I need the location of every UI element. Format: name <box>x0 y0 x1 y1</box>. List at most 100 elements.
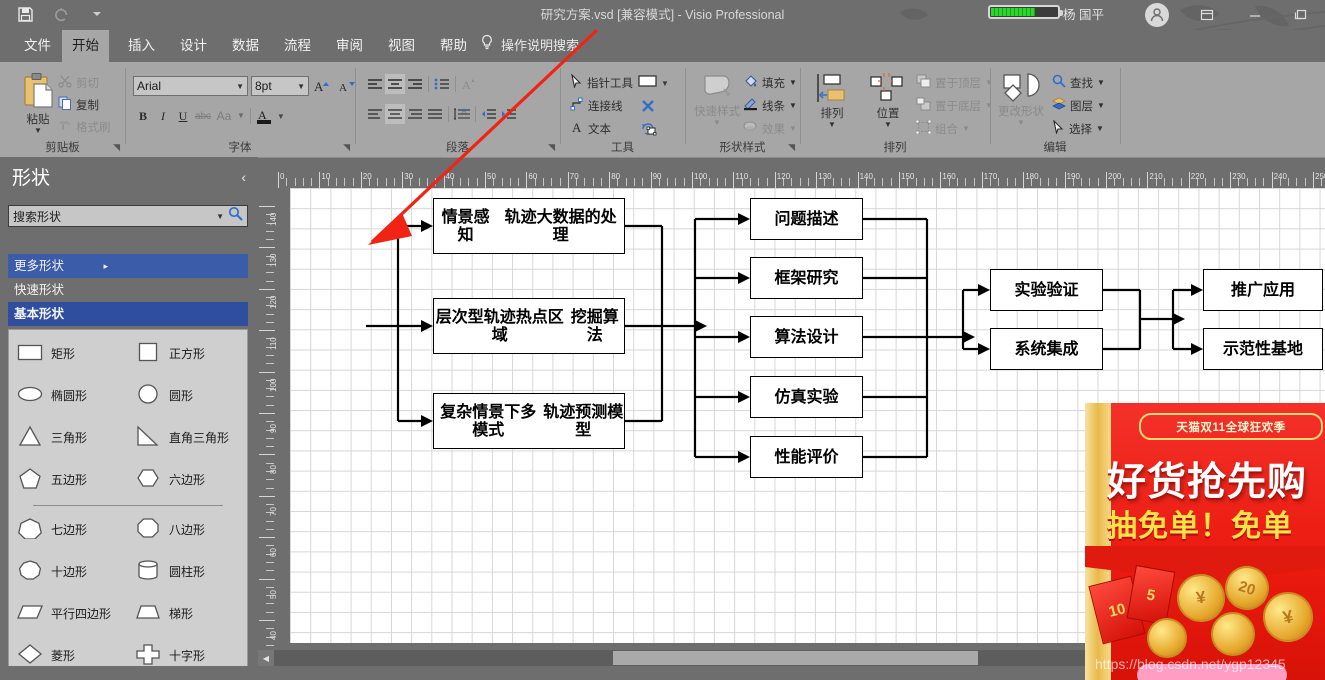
tab-design[interactable]: 设计 <box>170 30 217 62</box>
close-tool-button[interactable] <box>640 98 656 119</box>
diagram-node[interactable]: 框架研究 <box>750 257 863 299</box>
format-painter-button[interactable]: 格式刷 <box>58 118 111 135</box>
shrink-font-button[interactable]: A <box>337 76 357 96</box>
grow-font-button[interactable]: A <box>313 76 333 96</box>
font-name-combo[interactable]: Arial ▼ <box>133 76 248 96</box>
scrollbar-thumb[interactable] <box>613 651 978 665</box>
select-caret-icon[interactable]: ▼ <box>1096 125 1104 133</box>
tab-help[interactable]: 帮助 <box>430 30 477 62</box>
stencil-item-pentagon[interactable]: 五边形 <box>11 458 129 500</box>
align-middle-button[interactable] <box>385 104 405 124</box>
group-caret-icon[interactable]: ▼ <box>962 125 970 133</box>
tab-process[interactable]: 流程 <box>274 30 321 62</box>
avatar[interactable] <box>1145 3 1169 27</box>
diagram-node[interactable]: 性能评价 <box>750 436 863 478</box>
fill-caret-icon[interactable]: ▼ <box>789 79 797 87</box>
position-caret-icon[interactable]: ▼ <box>884 121 892 129</box>
quick-styles-button[interactable]: 快速样式 ▼ <box>689 72 745 127</box>
vertical-ruler[interactable]: 140 130 120 110 100 90 80 70 60 50 40 <box>258 188 276 658</box>
font-color-caret-icon[interactable]: ▼ <box>277 112 285 121</box>
find-caret-icon[interactable]: ▼ <box>1097 79 1105 87</box>
find-button[interactable]: 查找 ▼ <box>1052 74 1105 91</box>
text-direction-button[interactable]: A <box>459 74 479 94</box>
align-bottom-button[interactable] <box>405 104 425 124</box>
shapes-basic-shapes-row[interactable]: 基本形状 <box>8 302 248 326</box>
bullet-list-button[interactable] <box>432 74 452 94</box>
layers-caret-icon[interactable]: ▼ <box>1097 102 1105 110</box>
stencil-item-parallelogram[interactable]: 平行四边形 <box>11 592 129 634</box>
scroll-left-button[interactable]: ◀ <box>258 650 274 666</box>
diagram-node[interactable]: 实验验证 <box>990 269 1103 311</box>
advertisement-popup[interactable]: 天猫双11全球狂欢季 好货抢先购 抽免单！免单 10 5 ¥ 20 ¥ http… <box>1085 403 1325 680</box>
effects-caret-icon[interactable]: ▼ <box>789 125 797 133</box>
fill-button[interactable]: 填充 ▼ <box>743 74 797 91</box>
diagram-node[interactable]: 复杂情景下多模式 轨迹预测模型 <box>433 393 625 449</box>
maximize-button[interactable] <box>1286 0 1316 30</box>
tab-data[interactable]: 数据 <box>222 30 269 62</box>
select-button[interactable]: 选择 ▼ <box>1052 119 1104 137</box>
align-center-button[interactable] <box>385 74 405 94</box>
cut-button[interactable]: 剪切 <box>58 74 99 91</box>
bring-to-front-button[interactable]: 置于顶层 ▼ <box>916 74 993 91</box>
shapes-more-shapes-row[interactable]: 更多形状 ▸ <box>8 254 248 278</box>
tab-insert[interactable]: 插入 <box>118 30 165 62</box>
pointer-tool-button[interactable]: 指针工具 <box>570 73 633 91</box>
diagram-node[interactable]: 仿真实验 <box>750 376 863 418</box>
arrange-caret-icon[interactable]: ▼ <box>828 121 836 129</box>
diagram-node[interactable]: 推广应用 <box>1203 269 1323 311</box>
horizontal-ruler[interactable]: 0 10 20 30 40 50 60 70 80 90 100 110 120 130 140 150 160… <box>258 170 1325 188</box>
change-case-caret-icon[interactable]: ▼ <box>237 112 245 120</box>
rotate-shape-icon[interactable] <box>640 120 658 141</box>
strikethrough-button[interactable]: abc <box>193 106 213 126</box>
tell-me-search[interactable]: 操作说明搜索 <box>480 30 579 62</box>
shape-styles-dialog-launcher[interactable]: ◥ <box>788 142 795 153</box>
align-top-button[interactable] <box>365 104 385 124</box>
position-button[interactable]: 位置 ▼ <box>862 72 914 129</box>
send-to-back-button[interactable]: 置于底层 ▼ <box>916 97 993 114</box>
shapes-quick-shapes-row[interactable]: 快速形状 <box>8 278 248 302</box>
stencil-item-triangle[interactable]: 三角形 <box>11 416 129 458</box>
user-name[interactable]: 杨 国平 <box>1063 0 1104 30</box>
align-left-button[interactable] <box>365 74 385 94</box>
font-dialog-launcher[interactable]: ◥ <box>343 142 350 153</box>
shape-search-input[interactable]: 搜索形状 ▼ <box>8 205 248 227</box>
tab-home[interactable]: 开始 <box>62 30 109 62</box>
text-tool-button[interactable]: A 文本 <box>570 120 611 137</box>
justify-button[interactable] <box>425 104 445 124</box>
font-size-combo[interactable]: 8pt ▼ <box>251 76 309 96</box>
paste-button[interactable]: 粘贴 ▼ <box>12 72 64 135</box>
stencil-item-heptagon[interactable]: 七边形 <box>11 508 129 550</box>
diagram-node[interactable]: 示范性基地 <box>1203 328 1323 370</box>
tab-view[interactable]: 视图 <box>378 30 425 62</box>
stencil-item-decagon[interactable]: 十边形 <box>11 550 129 592</box>
quick-styles-caret-icon[interactable]: ▼ <box>713 119 721 127</box>
fill-preview-button[interactable]: ▼ <box>638 74 669 93</box>
stencil-item-hexagon[interactable]: 六边形 <box>129 458 247 500</box>
chevron-left-icon[interactable]: ‹ <box>241 169 246 185</box>
change-case-button[interactable]: Aa <box>213 106 235 126</box>
diagram-node[interactable]: 情景感知 轨迹大数据的处理 <box>433 198 625 254</box>
line-spacing-button[interactable]: A <box>452 104 472 124</box>
minimize-button[interactable] <box>1240 0 1270 30</box>
clipboard-dialog-launcher[interactable]: ◥ <box>113 142 120 153</box>
stencil-item-rectangle[interactable]: 矩形 <box>11 332 129 374</box>
stencil-item-circle[interactable]: 圆形 <box>129 374 247 416</box>
group-button[interactable]: 组合 ▼ <box>915 119 970 137</box>
connector-tool-button[interactable]: 连接线 <box>570 97 623 114</box>
underline-button[interactable]: U <box>173 106 193 126</box>
arrange-button[interactable]: 排列 ▼ <box>806 72 858 129</box>
font-color-button[interactable]: A <box>254 106 274 126</box>
italic-button[interactable]: I <box>153 106 173 126</box>
diagram-node[interactable]: 系统集成 <box>990 328 1103 370</box>
paragraph-dialog-launcher[interactable]: ◥ <box>548 142 555 153</box>
stencil-item-cylinder[interactable]: 圆柱形 <box>129 550 247 592</box>
diagram-node[interactable]: 问题描述 <box>750 198 863 240</box>
stencil-item-trapezoid[interactable]: 梯形 <box>129 592 247 634</box>
paste-caret-icon[interactable]: ▼ <box>34 127 42 135</box>
decrease-indent-button[interactable] <box>479 104 499 124</box>
line-button[interactable]: 线条 ▼ <box>743 97 797 114</box>
layers-button[interactable]: 图层 ▼ <box>1052 97 1105 114</box>
search-icon[interactable] <box>228 206 243 226</box>
diagram-node[interactable]: 层次型轨迹热点区域 挖掘算法 <box>433 298 625 354</box>
chevron-down-icon[interactable]: ▼ <box>297 82 305 91</box>
